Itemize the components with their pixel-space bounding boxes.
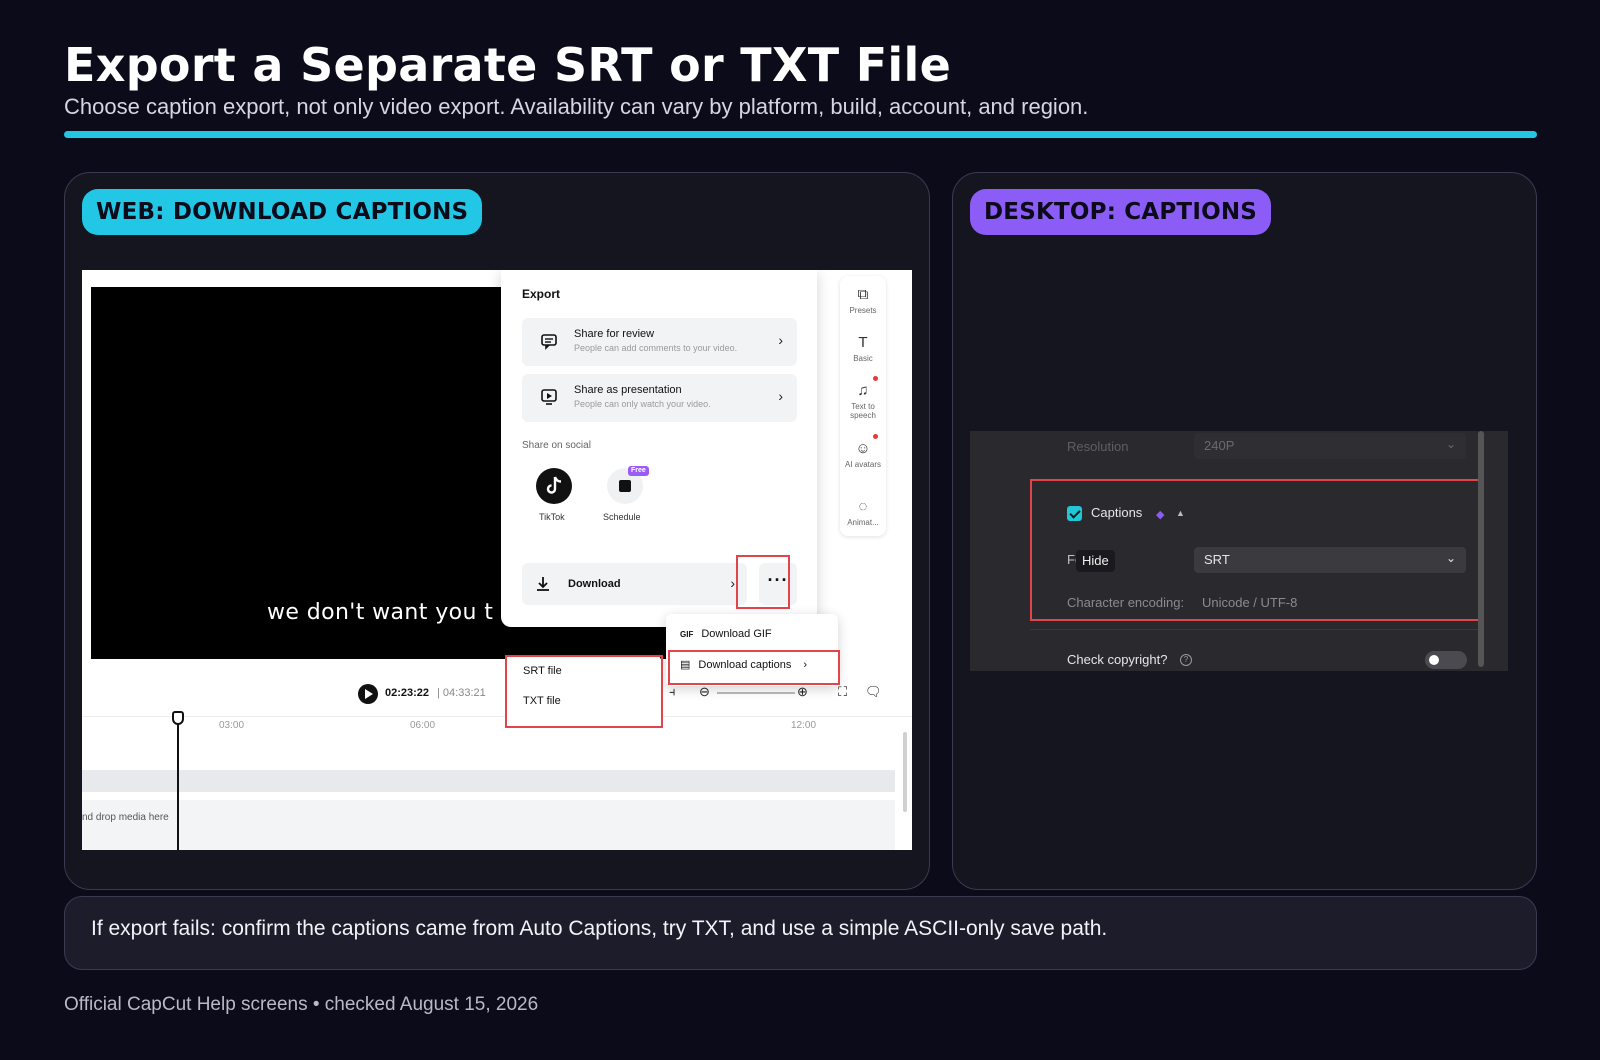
highlight-caption-formats [505, 655, 663, 728]
tiktok-button[interactable] [536, 468, 572, 504]
timeline-track[interactable] [82, 770, 895, 792]
presentation-icon [541, 389, 557, 405]
share-review-sub: People can add comments to your video. [574, 343, 738, 353]
share-as-presentation-button[interactable]: Share as presentation People can only wa… [522, 374, 797, 422]
tool-rail: ⧉ Presets T Basic ♫ Text to speech ☺ AI avat… [840, 276, 886, 536]
page-title: Export a Separate SRT or TXT File [64, 38, 952, 92]
chevron-right-icon: › [778, 388, 783, 404]
resolution-value: 240P [1204, 438, 1235, 453]
export-title: Export [522, 287, 561, 301]
video-preview: we don't want you to [91, 287, 507, 659]
gif-icon: GIF [680, 630, 694, 639]
presets-icon: ⧉ [857, 286, 869, 303]
resolution-label: Resolution [1067, 439, 1129, 454]
feedback-icon[interactable]: 🗨 [865, 684, 882, 700]
animation-icon: ◌ [858, 498, 868, 515]
note-text: If export fails: confirm the captions ca… [91, 917, 1108, 940]
playhead-handle[interactable] [172, 711, 184, 725]
ai-avatars-icon: ☺ [855, 440, 871, 457]
calendar-icon [619, 480, 631, 492]
speech-icon: ♫ [857, 382, 869, 399]
chevron-down-icon: ⌄ [1445, 437, 1456, 451]
resolution-select[interactable]: 240P ⌄ [1194, 433, 1466, 459]
tool-text-to-speech[interactable]: ♫ Text to speech [840, 382, 886, 420]
settings-scrollbar[interactable] [1478, 431, 1484, 667]
schedule-label: Schedule [603, 512, 641, 522]
tool-animation[interactable]: ◌ Animat... [840, 498, 886, 527]
share-on-social-label: Share on social [522, 440, 591, 451]
download-label: Download [568, 578, 621, 590]
fullscreen-icon[interactable]: ⛶ [838, 684, 847, 700]
highlight-more-button [736, 555, 790, 609]
chevron-right-icon: › [778, 332, 783, 348]
share-review-label: Share for review [574, 328, 655, 340]
split-icon[interactable]: ⫞ [669, 684, 676, 700]
help-icon[interactable]: ? [1180, 654, 1192, 666]
timeline-tick: 03:00 [219, 720, 245, 731]
tiktok-label: TikTok [539, 512, 565, 522]
notification-dot [873, 376, 878, 381]
total-time: | 04:33:21 [437, 687, 486, 699]
notification-dot [873, 434, 878, 439]
drop-hint: nd drop media here [82, 812, 169, 823]
timeline-tick: 12:00 [791, 720, 817, 731]
check-copyright-label: Check copyright? [1067, 652, 1168, 667]
text-icon: T [858, 334, 868, 351]
tiktok-icon [546, 476, 562, 494]
zoom-slider[interactable] [717, 692, 795, 694]
download-button[interactable]: Download › [522, 563, 747, 605]
zoom-out-icon[interactable]: ⊖ [699, 684, 710, 700]
copyright-toggle[interactable] [1425, 651, 1467, 669]
timeline-tick: 06:00 [410, 720, 436, 731]
web-panel: WEB: DOWNLOAD CAPTIONS we don't want you… [64, 172, 930, 890]
share-for-review-button[interactable]: Share for review People can add comments… [522, 318, 797, 366]
web-screenshot: we don't want you to 02:23:22 | 04:33:21… [82, 270, 912, 850]
share-presentation-sub: People can only watch your video. [574, 399, 711, 409]
tool-basic[interactable]: T Basic [840, 334, 886, 363]
download-gif-item[interactable]: GIF Download GIF [680, 628, 772, 640]
accent-rule [64, 131, 1537, 138]
timeline-ruler [82, 716, 912, 717]
media-drop-zone[interactable] [82, 800, 895, 850]
troubleshooting-note: If export fails: confirm the captions ca… [64, 896, 1537, 970]
desktop-badge: DESKTOP: CAPTIONS [970, 189, 1272, 235]
highlight-captions-settings [1030, 479, 1482, 621]
download-icon [537, 577, 549, 591]
current-time: 02:23:22 [385, 687, 430, 699]
comment-icon [541, 334, 557, 350]
zoom-in-icon[interactable]: ⊕ [797, 684, 808, 700]
highlight-download-captions [668, 650, 840, 685]
desktop-screenshot: Resolution 240P ⌄ Captions ◆ ▲ Fo Hide S… [970, 431, 1508, 671]
timeline-scrollbar[interactable] [903, 732, 907, 812]
playhead[interactable] [177, 712, 179, 850]
share-presentation-label: Share as presentation [574, 384, 682, 396]
divider [1030, 629, 1478, 630]
tool-ai-avatars[interactable]: ☺ AI avatars [840, 440, 886, 469]
play-button[interactable] [358, 684, 378, 704]
chevron-right-icon: › [730, 575, 735, 591]
video-caption: we don't want you to [267, 600, 508, 625]
web-badge: WEB: DOWNLOAD CAPTIONS [82, 189, 483, 235]
page-subtitle: Choose caption export, not only video ex… [64, 94, 1089, 119]
desktop-panel: DESKTOP: CAPTIONS Resolution 240P ⌄ Capt… [952, 172, 1537, 890]
source-footer: Official CapCut Help screens • checked A… [64, 994, 539, 1015]
tool-presets[interactable]: ⧉ Presets [840, 286, 886, 315]
free-badge: Free [628, 466, 649, 476]
